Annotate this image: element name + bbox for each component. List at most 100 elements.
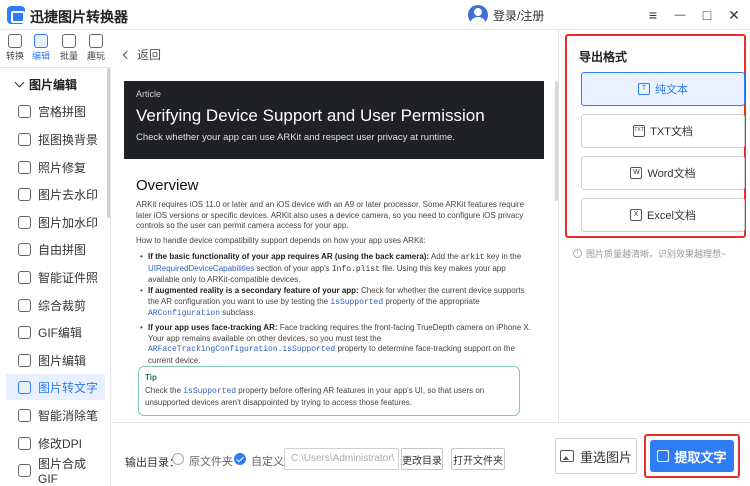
article-title: Verifying Device Support and User Permis…: [136, 106, 485, 125]
radio-custom-folder[interactable]: [234, 453, 246, 465]
sidebar-item-label: 自由拼图: [38, 242, 87, 257]
sidebar-item-free-collage[interactable]: 自由拼图: [6, 236, 105, 262]
rail-label: 转换: [5, 51, 24, 61]
rail-item-fun[interactable]: 趣玩: [83, 34, 109, 62]
sidebar-item-label: 修改DPI: [38, 436, 83, 451]
output-path-field[interactable]: C:\Users\Administrator\: [284, 448, 399, 470]
title-bar: 迅捷图片转换器 登录/注册 ≡ — □ ✕: [0, 0, 750, 30]
rail-label: 趣玩: [86, 51, 105, 61]
word-file-icon: W: [630, 167, 643, 179]
hint-text: 图片质量越清晰，识别效果越理想~: [586, 249, 727, 259]
maximize-icon[interactable]: □: [697, 5, 717, 25]
edit-icon: [34, 34, 48, 48]
id-photo-icon: [18, 270, 31, 284]
format-group-highlight: 导出格式 T 纯文本 TXT TXT文档 W Word文档 X Excel文档: [565, 34, 746, 238]
format-label: Excel文档: [647, 210, 696, 222]
radio-original-folder-label[interactable]: 原文件夹: [189, 453, 233, 469]
format-label: Word文档: [647, 168, 696, 180]
sidebar-item-label: 图片转文字: [38, 380, 99, 395]
article-subtitle: Check whether your app can use ARKit and…: [136, 132, 455, 143]
sidebar: 图片编辑 宫格拼图 抠图换背景 照片修复 图片去水印 图片加水印 自由拼图 智能…: [0, 68, 111, 486]
sidebar-item-cutout[interactable]: 抠图换背景: [6, 126, 105, 152]
sidebar-item-gif-compose[interactable]: 图片合成GIF: [6, 457, 105, 486]
tip-box: Tip Check the isSupported property befor…: [138, 366, 520, 416]
sidebar-group-image-edit[interactable]: 图片编辑: [14, 76, 77, 93]
extract-text-button[interactable]: 提取文字: [650, 440, 734, 472]
rail-item-convert[interactable]: 转换: [2, 34, 28, 62]
article-tag: Article: [136, 89, 162, 99]
plain-text-icon: T: [638, 83, 650, 95]
format-txt[interactable]: TXT TXT文档: [581, 114, 745, 148]
sidebar-item-label: 图片去水印: [38, 187, 99, 202]
format-word[interactable]: W Word文档: [581, 156, 745, 190]
format-label: TXT文档: [650, 126, 693, 138]
back-button[interactable]: 返回: [122, 46, 162, 63]
extract-highlight: 提取文字: [644, 434, 740, 478]
remove-watermark-icon: [18, 187, 31, 201]
image-to-text-icon: [18, 380, 31, 394]
login-link[interactable]: 登录/注册: [493, 7, 544, 24]
sidebar-item-remove-watermark[interactable]: 图片去水印: [6, 181, 105, 207]
repair-icon: [18, 160, 31, 174]
login-area[interactable]: 登录/注册: [468, 5, 544, 25]
sidebar-item-dpi[interactable]: 修改DPI: [6, 430, 105, 456]
sidebar-item-photo-repair[interactable]: 照片修复: [6, 154, 105, 180]
info-icon: i: [573, 249, 582, 258]
scan-text-icon: [657, 450, 670, 462]
cutout-icon: [18, 132, 31, 146]
quality-hint: i 图片质量越清晰，识别效果越理想~: [573, 247, 726, 260]
article-hero: Article Verifying Device Support and Use…: [124, 81, 544, 159]
image-preview: Article Verifying Device Support and Use…: [124, 81, 544, 426]
tip-title: Tip: [145, 373, 157, 382]
batch-icon: [62, 34, 76, 48]
excel-file-icon: X: [630, 209, 643, 221]
radio-custom-folder-label[interactable]: 自定义: [251, 453, 284, 469]
bullet-face-tracking: If your app uses face-tracking AR: Face …: [140, 323, 532, 366]
reselect-image-button[interactable]: 重选图片: [555, 438, 637, 474]
export-panel: 导出格式 T 纯文本 TXT TXT文档 W Word文档 X Excel文档 …: [558, 30, 750, 422]
sidebar-item-gif-edit[interactable]: GIF编辑: [6, 319, 105, 345]
image-icon: [559, 450, 574, 462]
gif-icon: [18, 325, 31, 339]
reselect-label: 重选图片: [579, 449, 632, 465]
convert-icon: [8, 34, 22, 48]
open-folder-button[interactable]: 打开文件夹: [451, 448, 505, 470]
crop-icon: [18, 298, 31, 312]
format-plain-text[interactable]: T 纯文本: [581, 72, 745, 106]
overview-paragraph: ARKit requires iOS 11.0 or later and an …: [136, 200, 525, 230]
app-logo-icon: [7, 6, 25, 24]
bullet-back-camera: If the basic functionality of your app r…: [140, 252, 532, 286]
sidebar-item-label: 智能消除笔: [38, 408, 99, 423]
preview-area: 返回 Article Verifying Device Support and …: [111, 30, 558, 426]
chevron-left-icon: [122, 50, 132, 59]
sidebar-item-grid-collage[interactable]: 宫格拼图: [6, 98, 105, 124]
dpi-icon: [18, 436, 31, 450]
sidebar-item-image-to-text[interactable]: 图片转文字: [6, 374, 105, 400]
sidebar-scrollbar[interactable]: [107, 68, 110, 218]
minimize-icon[interactable]: —: [670, 5, 690, 25]
sidebar-item-id-photo[interactable]: 智能证件照: [6, 264, 105, 290]
gif-compose-icon: [18, 463, 31, 477]
rail-item-edit[interactable]: 编辑: [28, 34, 54, 62]
add-watermark-icon: [18, 215, 31, 229]
format-excel[interactable]: X Excel文档: [581, 198, 745, 232]
eraser-icon: [18, 408, 31, 422]
compat-paragraph: How to handle device compatibility suppo…: [136, 236, 426, 245]
sidebar-item-label: 综合裁剪: [38, 298, 87, 313]
radio-original-folder[interactable]: [172, 453, 184, 465]
rail-item-batch[interactable]: 批量: [56, 34, 82, 62]
sidebar-item-image-edit[interactable]: 图片编辑: [6, 347, 105, 373]
avatar-icon[interactable]: [468, 5, 488, 25]
back-label: 返回: [137, 48, 162, 62]
close-icon[interactable]: ✕: [724, 5, 744, 25]
sidebar-item-smart-eraser[interactable]: 智能消除笔: [6, 402, 105, 428]
sidebar-item-crop[interactable]: 综合裁剪: [6, 292, 105, 318]
overview-heading: Overview: [136, 177, 199, 194]
grid-icon: [18, 104, 31, 118]
sidebar-item-label: 智能证件照: [38, 270, 99, 285]
extract-label: 提取文字: [674, 449, 727, 465]
menu-icon[interactable]: ≡: [643, 5, 663, 25]
bullet-secondary-feature: If augmented reality is a secondary feat…: [140, 286, 532, 320]
change-dir-button[interactable]: 更改目录: [401, 448, 443, 470]
sidebar-item-add-watermark[interactable]: 图片加水印: [6, 209, 105, 235]
